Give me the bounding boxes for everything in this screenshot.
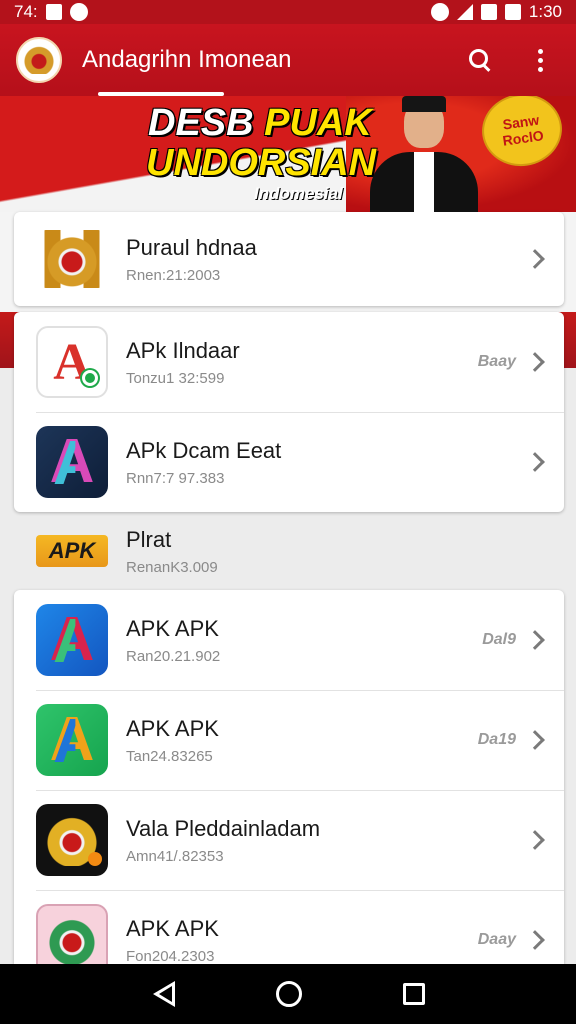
banner-headline-line1: DESB PUAK	[148, 102, 372, 145]
chevron-right-icon	[525, 730, 545, 750]
system-nav-bar	[0, 964, 576, 1024]
item-tag: Da19	[477, 731, 516, 748]
notification-icon	[45, 4, 62, 20]
letter-a-app-icon: AA	[36, 704, 108, 776]
status-time-right: 1:30	[528, 2, 562, 21]
item-title: Vala Pleddainladam	[126, 815, 321, 841]
more-vert-icon	[537, 48, 543, 72]
banner-subline: Indomesial	[254, 184, 343, 203]
facebook-icon	[69, 3, 88, 21]
recent-apps-icon[interactable]	[403, 983, 426, 1005]
list-item[interactable]: Vala Pleddainladam Amn41/.82353	[14, 790, 564, 890]
item-title: APk Dcam Eeat	[126, 437, 282, 463]
item-subtitle: Rnn7:7 97.383	[126, 469, 225, 487]
framed-emblem-icon	[36, 904, 108, 964]
shield-emblem-icon	[36, 804, 108, 876]
list-item[interactable]: APK APK Fon204.2303 Daay	[14, 890, 564, 964]
item-tag: Baay	[477, 353, 516, 370]
search-button[interactable]	[460, 40, 500, 80]
item-title: APK APK	[126, 915, 219, 941]
chevron-right-icon	[525, 930, 545, 950]
search-icon	[469, 49, 491, 71]
signal-icon	[456, 4, 473, 20]
banner-person-image	[370, 96, 478, 212]
item-title: Plrat	[126, 526, 172, 552]
palette-app-icon: A	[36, 326, 108, 398]
status-right: 1:30	[430, 2, 562, 22]
item-title: APK APK	[126, 615, 219, 641]
apk-badge-icon: APK	[36, 535, 108, 567]
garuda-emblem-icon	[24, 46, 54, 74]
chevron-right-icon	[525, 830, 545, 850]
app-group-card-1: A APk Ilndaar Tonzu1 32:599 Baay AA APk …	[14, 312, 564, 512]
status-time-left: 74:	[14, 2, 38, 21]
item-tag: Daay	[477, 931, 516, 948]
battery-icon	[504, 4, 521, 20]
item-subtitle: Rnen:21:2003	[126, 266, 221, 284]
back-icon[interactable]	[151, 981, 175, 1007]
banner-headline-white: DESB	[148, 102, 265, 144]
item-title: APK APK	[126, 715, 219, 741]
chevron-right-icon	[525, 630, 545, 650]
garuda-emblem-icon	[36, 223, 108, 295]
banner-headline-yellow: PUAK	[264, 102, 372, 144]
sim-icon	[480, 4, 497, 20]
list-item[interactable]: AA APk Dcam Eeat Rnn7:7 97.383	[14, 412, 564, 512]
list-item[interactable]: AA APK APK Ran20.21.902 Dal9	[14, 590, 564, 690]
status-left: 74:	[14, 2, 88, 22]
app-title: Andagrihn Imonean	[82, 46, 292, 73]
home-icon[interactable]	[275, 981, 302, 1007]
item-subtitle: RenanK3.009	[126, 558, 218, 576]
item-subtitle: Amn41/.82353	[126, 847, 224, 865]
item-subtitle: Tan24.83265	[126, 747, 213, 765]
item-subtitle: Ran20.21.902	[126, 647, 221, 665]
item-subtitle: Fon204.2303	[126, 947, 215, 965]
chevron-right-icon	[525, 249, 545, 269]
item-subtitle: Tonzu1 32:599	[126, 369, 225, 387]
banner-headline-line2: UNDORSIAN	[146, 142, 377, 184]
list-item[interactable]: APK Plrat RenanK3.009	[14, 515, 564, 587]
promo-banner[interactable]: DESB PUAK UNDORSIAN Indomesial Sanw Rocl…	[0, 96, 576, 212]
chevron-right-icon	[525, 452, 545, 472]
letter-a-app-icon: AA	[36, 426, 108, 498]
status-bar: 74: 1:30	[0, 0, 576, 24]
wifi-icon	[430, 3, 449, 21]
app-bar: Andagrihn Imonean	[0, 24, 576, 96]
item-title: APk Ilndaar	[126, 337, 240, 363]
chevron-right-icon	[525, 352, 545, 372]
banner-badge: Sanw RoclO	[477, 96, 567, 172]
letter-a-app-icon: AA	[36, 604, 108, 676]
item-title: Puraul hdnaa	[126, 234, 257, 260]
featured-card: Puraul hdnaa Rnen:21:2003	[14, 212, 564, 306]
more-options-button[interactable]	[520, 40, 560, 80]
list-item[interactable]: AA APK APK Tan24.83265 Da19	[14, 690, 564, 790]
app-group-card-2: AA APK APK Ran20.21.902 Dal9 AA APK APK …	[14, 590, 564, 964]
app-logo[interactable]	[16, 37, 62, 83]
list-item[interactable]: Puraul hdnaa Rnen:21:2003	[14, 212, 564, 306]
item-tag: Dal9	[482, 631, 516, 648]
list-item[interactable]: A APk Ilndaar Tonzu1 32:599 Baay	[14, 312, 564, 412]
